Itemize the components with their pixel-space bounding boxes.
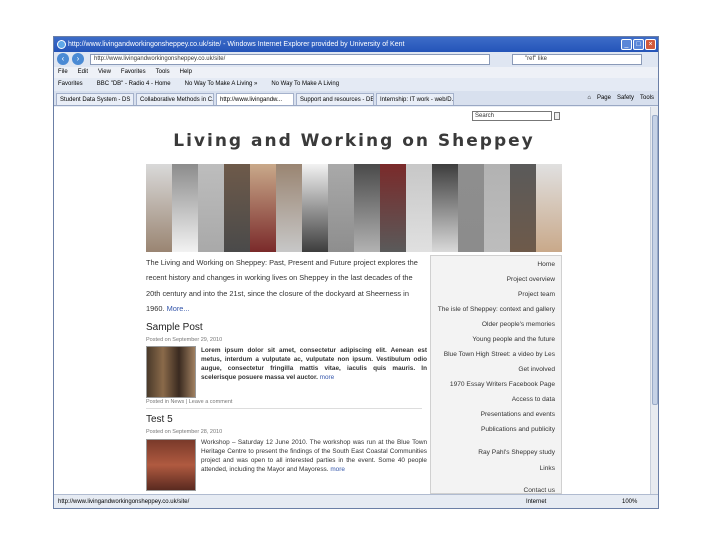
favorite-link-no-way-2[interactable]: No Way To Make A Living	[271, 78, 339, 91]
title-bar: http://www.livingandworkingonsheppey.co.…	[54, 37, 658, 52]
post-excerpt: Lorem ipsum dolor sit amet, consectetur …	[201, 346, 427, 382]
sidebar-item-young-people[interactable]: Young people and the future	[472, 336, 555, 343]
menu-bar: File Edit View Favorites Tools Help	[54, 67, 658, 78]
post-title[interactable]: Sample Post	[146, 322, 203, 333]
post-thumbnail	[146, 439, 196, 491]
safety-menu[interactable]: Safety	[617, 92, 634, 105]
post-thumbnail	[146, 346, 196, 398]
banner-photo-strip	[536, 164, 562, 252]
favorites-bar: Favorites BBC "DB" - Radio 4 - Home No W…	[54, 78, 658, 91]
browser-window: http://www.livingandworkingonsheppey.co.…	[53, 36, 659, 509]
window-title: http://www.livingandworkingonsheppey.co.…	[68, 41, 405, 48]
header-banner-image	[146, 164, 562, 252]
home-icon[interactable]: ⌂	[587, 92, 591, 105]
post-date: Posted on September 29, 2010	[146, 337, 223, 343]
sidebar-item-links[interactable]: Links	[540, 465, 555, 472]
menu-help[interactable]: Help	[180, 67, 192, 78]
banner-photo-strip	[510, 164, 536, 252]
menu-edit[interactable]: Edit	[78, 67, 88, 78]
page-menu[interactable]: Page	[597, 92, 611, 105]
banner-photo-strip	[250, 164, 276, 252]
sidebar-item-home[interactable]: Home	[537, 261, 555, 268]
favorites-button[interactable]: Favorites	[58, 78, 83, 91]
tab-collaborative[interactable]: Collaborative Methods in C...	[136, 93, 214, 105]
banner-photo-strip	[172, 164, 198, 252]
menu-tools[interactable]: Tools	[156, 67, 170, 78]
tab-student-data[interactable]: Student Data System - DS	[56, 93, 134, 105]
close-button[interactable]: ×	[645, 39, 656, 50]
post-date: Posted on September 28, 2010	[146, 429, 223, 435]
site-title: Living and Working on Sheppey	[173, 131, 535, 151]
sidebar-item-ray-pahl[interactable]: Ray Pahl's Sheppey study	[478, 449, 555, 456]
tab-bar: Student Data System - DS Collaborative M…	[54, 91, 658, 106]
banner-photo-strip	[302, 164, 328, 252]
menu-file[interactable]: File	[58, 67, 68, 78]
address-bar: ‹ › http://www.livingandworkingonsheppey…	[54, 52, 658, 67]
sidebar-item-presentations[interactable]: Presentations and events	[481, 411, 555, 418]
page-viewport: Search Living and Working on Sheppey The…	[54, 107, 658, 494]
banner-photo-strip	[380, 164, 406, 252]
sidebar-item-blue-town-video[interactable]: Blue Town High Street: a video by Les	[444, 351, 555, 358]
favorite-link-bbc[interactable]: BBC "DB" - Radio 4 - Home	[97, 78, 171, 91]
forward-icon[interactable]: ›	[72, 53, 84, 65]
tab-internship[interactable]: Internship: IT work - web/D...	[376, 93, 454, 105]
zoom-level[interactable]: 100%	[622, 495, 637, 508]
banner-photo-strip	[146, 164, 172, 252]
banner-photo-strip	[198, 164, 224, 252]
banner-photo-strip	[328, 164, 354, 252]
site-search-button[interactable]	[554, 112, 560, 120]
post-excerpt: Workshop – Saturday 12 June 2010. The wo…	[201, 438, 427, 474]
sidebar-nav: Home Project overview Project team The i…	[430, 255, 562, 494]
banner-photo-strip	[354, 164, 380, 252]
status-bar: http://www.livingandworkingonsheppey.co.…	[54, 494, 658, 508]
site-search-input[interactable]: Search	[472, 111, 552, 121]
minimize-button[interactable]: _	[621, 39, 632, 50]
command-bar: ⌂ Page Safety Tools	[587, 92, 654, 105]
banner-photo-strip	[458, 164, 484, 252]
sidebar-item-get-involved[interactable]: Get involved	[518, 366, 555, 373]
tab-living-and-working[interactable]: http://www.livingandw...	[216, 93, 294, 105]
sidebar-item-access-to-data[interactable]: Access to data	[512, 396, 555, 403]
menu-favorites[interactable]: Favorites	[121, 67, 146, 78]
intro-more-link[interactable]: More...	[167, 304, 190, 313]
banner-photo-strip	[432, 164, 458, 252]
sidebar-item-project-overview[interactable]: Project overview	[507, 276, 555, 283]
banner-photo-strip	[224, 164, 250, 252]
tab-support[interactable]: Support and resources - DE...	[296, 93, 374, 105]
status-url: http://www.livingandworkingonsheppey.co.…	[58, 499, 190, 505]
url-input[interactable]: http://www.livingandworkingonsheppey.co.…	[90, 54, 490, 65]
sidebar-item-publications[interactable]: Publications and publicity	[481, 426, 555, 433]
post-excerpt-text: Workshop – Saturday 12 June 2010. The wo…	[201, 439, 427, 473]
post-meta: Posted in News | Leave a comment	[146, 399, 233, 405]
intro-text: The Living and Working on Sheppey: Past,…	[146, 255, 428, 316]
sidebar-item-older-peoples-memories[interactable]: Older people's memories	[482, 321, 555, 328]
post-excerpt-text: Lorem ipsum dolor sit amet, consectetur …	[201, 347, 427, 381]
browser-search-input[interactable]: "ref" like	[512, 54, 642, 65]
favorite-link-no-way-1[interactable]: No Way To Make A Living »	[185, 78, 258, 91]
sidebar-item-isle-of-sheppey[interactable]: The isle of Sheppey: context and gallery	[438, 306, 555, 313]
sidebar-item-project-team[interactable]: Project team	[518, 291, 555, 298]
sidebar-item-facebook-page[interactable]: 1970 Essay Writers Facebook Page	[450, 381, 555, 388]
post-more-link[interactable]: more	[330, 466, 345, 473]
post-title[interactable]: Test 5	[146, 414, 173, 425]
internet-explorer-icon	[57, 40, 66, 49]
scrollbar-thumb[interactable]	[652, 115, 658, 405]
post-divider	[146, 408, 422, 409]
menu-view[interactable]: View	[98, 67, 111, 78]
banner-photo-strip	[406, 164, 432, 252]
sidebar-item-contact-us[interactable]: Contact us	[523, 487, 555, 494]
post-more-link[interactable]: more	[320, 374, 335, 381]
maximize-button[interactable]: □	[633, 39, 644, 50]
website: Search Living and Working on Sheppey The…	[146, 109, 562, 494]
back-icon[interactable]: ‹	[57, 53, 69, 65]
vertical-scrollbar[interactable]	[650, 107, 658, 494]
banner-photo-strip	[484, 164, 510, 252]
banner-photo-strip	[276, 164, 302, 252]
tools-menu[interactable]: Tools	[640, 92, 654, 105]
security-zone: Internet	[526, 499, 547, 505]
